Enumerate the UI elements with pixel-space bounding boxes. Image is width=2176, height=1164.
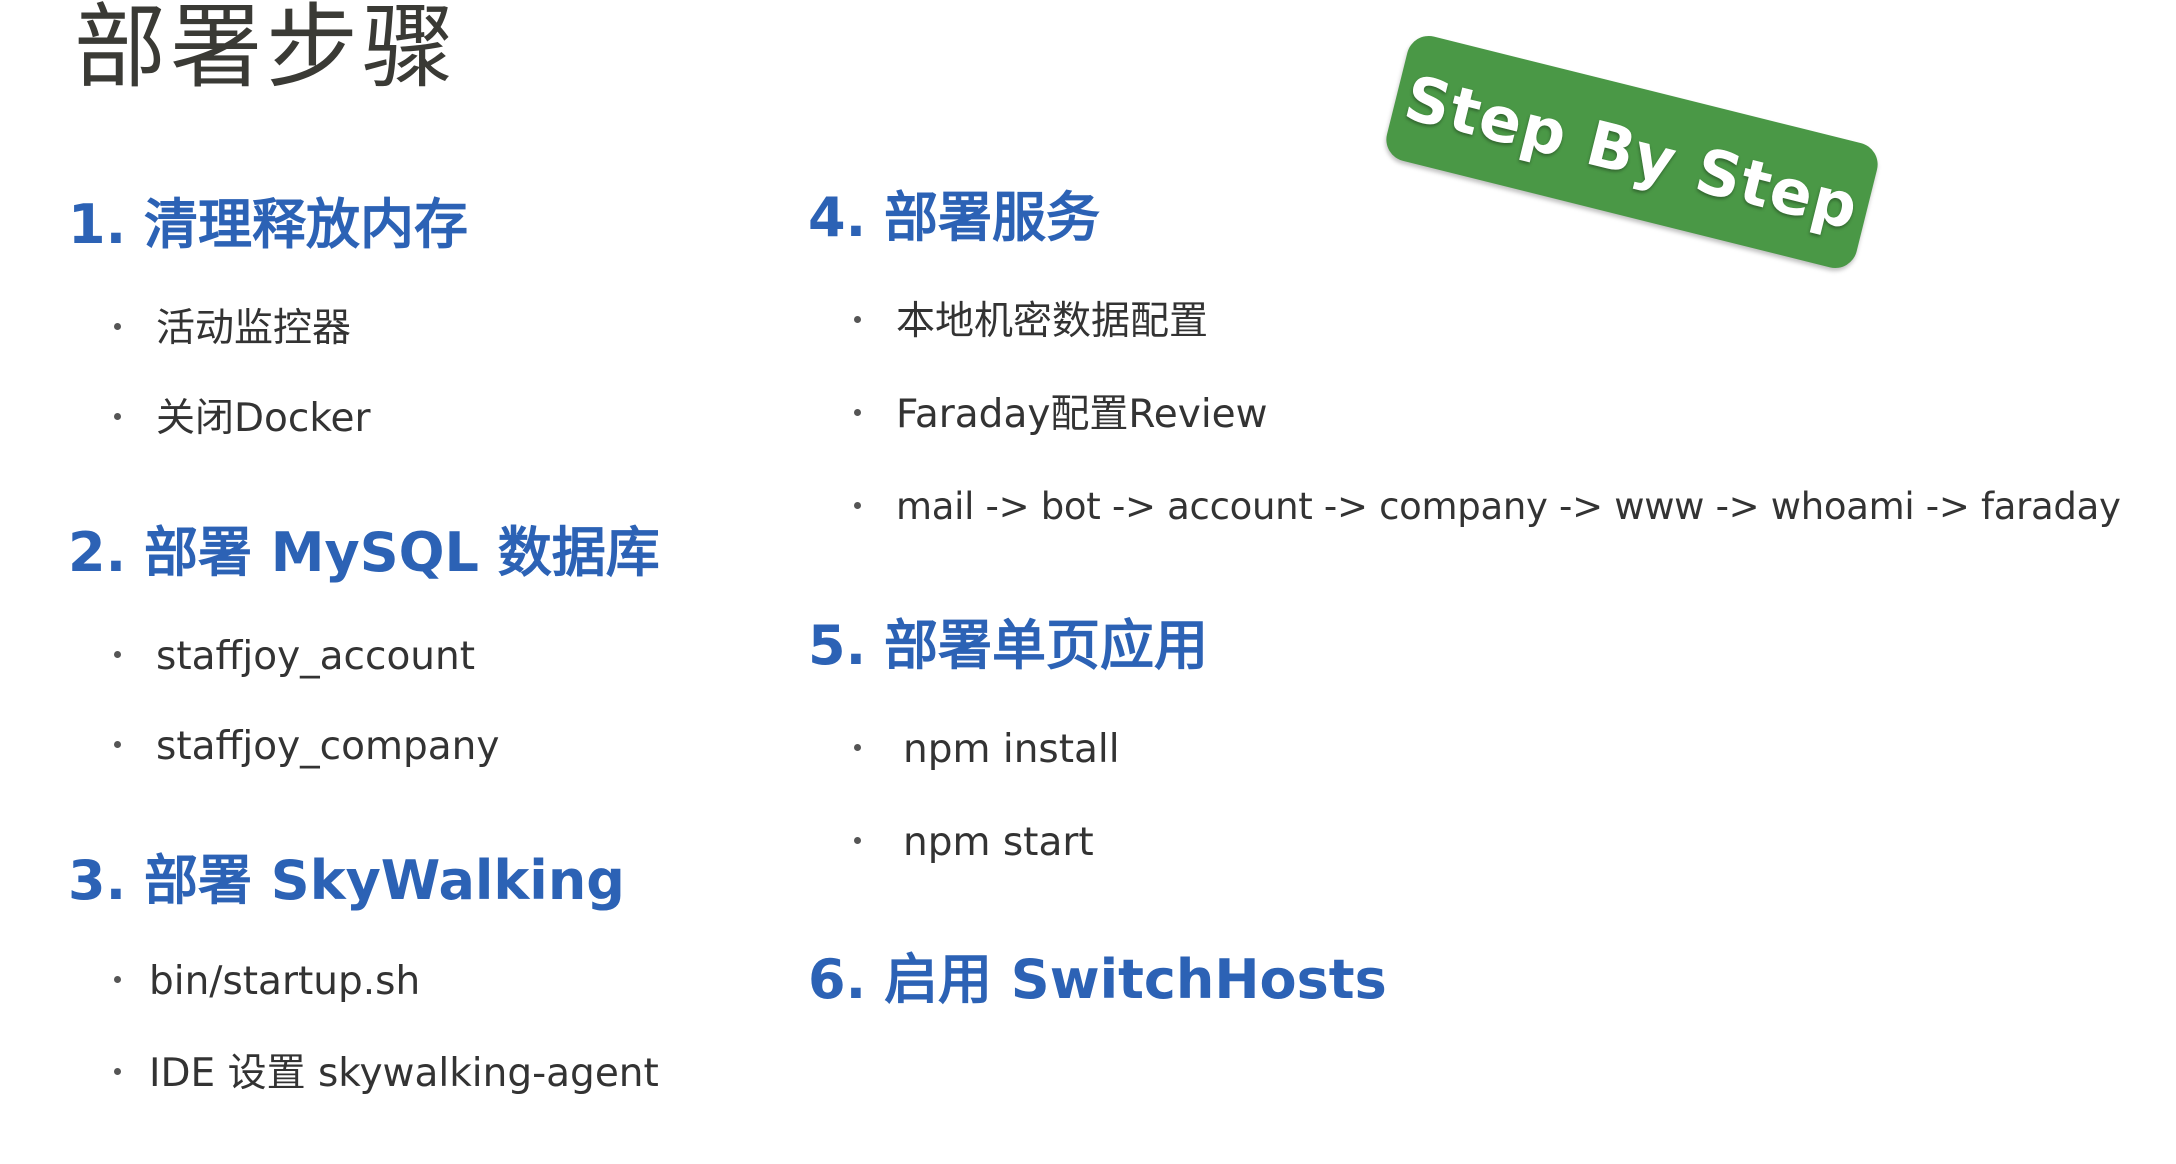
bullet-dot xyxy=(114,976,121,983)
list-item: staffjoy_account xyxy=(114,637,475,676)
bullet-dot xyxy=(114,413,121,420)
list-item: npm start xyxy=(854,823,1094,862)
bullet-dot xyxy=(854,502,861,509)
bullet-dot xyxy=(114,323,121,330)
section-heading: 2. 部署 MySQL 数据库 xyxy=(68,521,660,584)
list-item: 活动监控器 xyxy=(114,309,351,348)
bullet-dot xyxy=(854,837,861,844)
list-item: Faraday配置Review xyxy=(854,395,1268,434)
list-item: staffjoy_company xyxy=(114,727,499,766)
section-6: 6. 启用 SwitchHosts xyxy=(808,953,1387,1007)
section-heading: 4. 部署服务 xyxy=(808,186,1100,249)
bullet-dot xyxy=(854,744,861,751)
bullet-dot xyxy=(854,409,861,416)
section-2: 2. 部署 MySQL 数据库 xyxy=(68,526,660,580)
section-5: 5. 部署单页应用 xyxy=(808,619,1208,673)
section-heading: 3. 部署 SkyWalking xyxy=(68,849,625,912)
list-item: 本地机密数据配置 xyxy=(854,302,1208,341)
badge-label: Step By Step xyxy=(1397,60,1867,244)
section-heading: 1. 清理释放内存 xyxy=(68,193,468,256)
list-item: npm install xyxy=(854,730,1120,769)
bullet-dot xyxy=(114,741,121,748)
list-item: 关闭Docker xyxy=(114,399,371,438)
section-3: 3. 部署 SkyWalking xyxy=(68,854,625,908)
section-heading: 6. 启用 SwitchHosts xyxy=(808,948,1387,1011)
section-4: 4. 部署服务 xyxy=(808,191,1100,245)
bullet-dot xyxy=(114,651,121,658)
step-by-step-badge: Step By Step xyxy=(1381,31,1883,273)
list-item: bin/startup.sh xyxy=(114,962,420,1001)
page-title: 部署步骤 xyxy=(74,0,459,101)
section-heading: 5. 部署单页应用 xyxy=(808,614,1208,677)
bullet-dot xyxy=(854,316,861,323)
list-item: IDE 设置 skywalking-agent xyxy=(114,1054,659,1093)
section-1: 1. 清理释放内存 xyxy=(68,198,468,252)
list-item: mail -> bot -> account -> company -> www… xyxy=(854,488,2121,525)
bullet-dot xyxy=(114,1068,121,1075)
